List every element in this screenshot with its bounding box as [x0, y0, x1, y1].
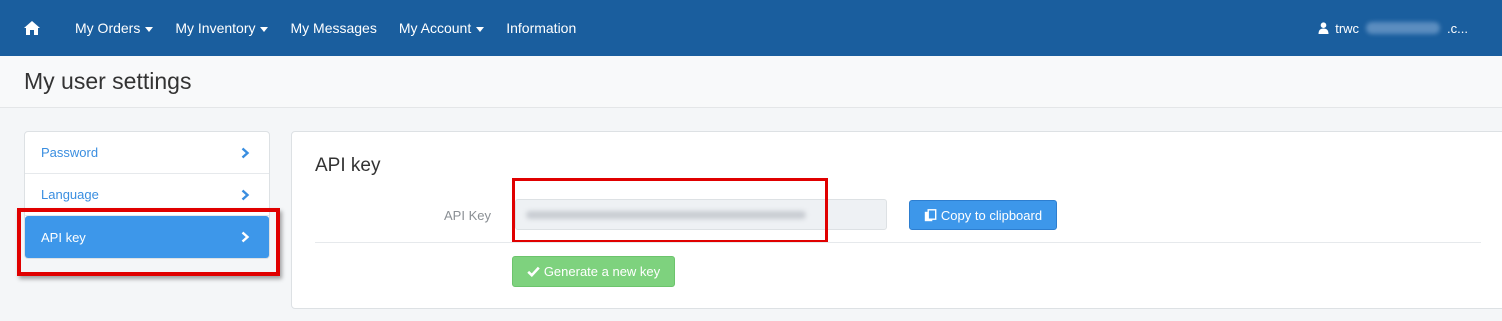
- sidebar-item-label: Language: [41, 187, 99, 202]
- sidebar-item-language[interactable]: Language: [25, 174, 269, 216]
- chevron-right-icon: [241, 231, 250, 243]
- nav-information[interactable]: Information: [495, 0, 587, 56]
- chevron-right-icon: [241, 189, 250, 200]
- copy-to-clipboard-button[interactable]: Copy to clipboard: [909, 200, 1057, 230]
- user-icon: [1318, 22, 1329, 34]
- home-icon: [24, 21, 40, 35]
- nav-my-messages[interactable]: My Messages: [279, 0, 387, 56]
- home-button[interactable]: [0, 0, 64, 56]
- sidebar-item-api-key[interactable]: API key: [25, 216, 269, 258]
- nav-my-inventory[interactable]: My Inventory: [164, 0, 279, 56]
- copy-icon: [924, 208, 937, 221]
- sidebar-item-label: API key: [41, 229, 86, 245]
- caret-down-icon: [260, 26, 269, 32]
- page-title: My user settings: [24, 68, 192, 94]
- divider: [315, 242, 1481, 243]
- checkmark-icon: [527, 266, 540, 277]
- redacted-api-key: [526, 211, 806, 219]
- user-name-prefix: trwc: [1335, 20, 1360, 36]
- chevron-right-icon: [241, 147, 250, 158]
- user-name-suffix: .c...: [1447, 20, 1468, 36]
- nav-my-orders[interactable]: My Orders: [64, 0, 164, 56]
- settings-sidebar: Password Language API key: [24, 131, 270, 259]
- nav-my-messages-label: My Messages: [290, 20, 377, 36]
- nav-my-inventory-label: My Inventory: [175, 20, 256, 36]
- caret-down-icon: [145, 26, 154, 32]
- sidebar-item-password[interactable]: Password: [25, 132, 269, 174]
- nav-my-account-label: My Account: [398, 20, 472, 36]
- user-menu[interactable]: trwc .c...: [1318, 0, 1468, 56]
- caret-down-icon: [476, 26, 485, 32]
- nav-my-orders-label: My Orders: [75, 20, 141, 36]
- api-key-label: API Key: [444, 208, 491, 223]
- generate-button-label: Generate a new key: [543, 264, 661, 279]
- page-header: My user settings: [0, 56, 1502, 108]
- generate-new-key-button[interactable]: Generate a new key: [512, 256, 675, 287]
- panel-title: API key: [315, 155, 381, 176]
- nav-my-account[interactable]: My Account: [388, 0, 495, 56]
- top-navbar: My Orders My Inventory My Messages My Ac…: [0, 0, 1502, 56]
- nav-information-label: Information: [506, 20, 577, 36]
- redacted-username: [1366, 22, 1441, 34]
- api-key-field[interactable]: [515, 199, 887, 230]
- sidebar-item-label: Password: [41, 145, 99, 160]
- copy-button-label: Copy to clipboard: [940, 207, 1043, 223]
